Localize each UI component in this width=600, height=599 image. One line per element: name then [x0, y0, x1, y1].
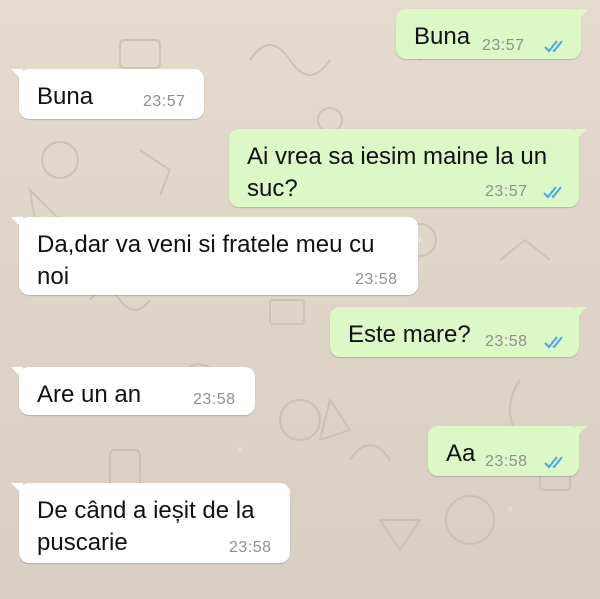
- double-check-icon: [543, 186, 562, 199]
- message-bubble-incoming[interactable]: Are un an 23:58: [11, 367, 255, 415]
- message-time: 23:58: [193, 391, 236, 408]
- message-bubble-outgoing[interactable]: Este mare? 23:58: [330, 307, 587, 357]
- message-bubble-incoming[interactable]: Buna 23:57: [11, 69, 204, 119]
- chat-area[interactable]: Buna 23:57 Buna 23:57 Ai vrea sa iesim m…: [0, 0, 600, 599]
- message-text-line: puscarie: [37, 529, 128, 556]
- message-time: 23:58: [485, 333, 528, 350]
- bubble-tail: [11, 367, 23, 379]
- message-time: 23:58: [355, 271, 398, 288]
- double-check-icon: [544, 40, 563, 53]
- bubble-tail: [11, 69, 23, 81]
- double-check-icon: [544, 456, 563, 469]
- message-text-line: Ai vrea sa iesim maine la un: [247, 143, 548, 170]
- message-text: Are un an: [37, 381, 142, 408]
- message-text-line: De când a ieșit de la: [37, 497, 255, 524]
- message-time: 23:58: [229, 539, 272, 556]
- message-text: Buna: [37, 83, 94, 110]
- bubble-tail: [11, 483, 23, 495]
- message-time: 23:57: [143, 93, 186, 110]
- message-text: Buna: [414, 23, 471, 50]
- message-text: Da,dar va veni si fratele meu cu noi: [37, 229, 375, 293]
- bubble-tail: [575, 426, 587, 438]
- message-text-line: Da,dar va veni si fratele meu cu: [37, 231, 375, 258]
- message-bubble-outgoing[interactable]: Buna 23:57: [396, 9, 589, 59]
- message-text-line: suc?: [247, 175, 298, 202]
- message-time: 23:57: [482, 37, 525, 54]
- bubble-tail: [577, 9, 589, 21]
- bubble-tail: [575, 129, 587, 141]
- bubble-tail: [575, 307, 587, 319]
- message-time: 23:57: [485, 183, 528, 200]
- message-text: Aa: [446, 440, 476, 467]
- double-check-icon: [544, 336, 563, 349]
- message-text: De când a ieșit de la puscarie: [37, 495, 254, 559]
- bubble-tail: [11, 217, 23, 229]
- message-text-line: noi: [37, 263, 70, 290]
- message-bubble-incoming[interactable]: De când a ieșit de la puscarie 23:58: [11, 483, 290, 563]
- message-bubble-outgoing[interactable]: Aa 23:58: [428, 426, 587, 476]
- message-time: 23:58: [485, 453, 528, 470]
- message-text: Este mare?: [348, 321, 471, 348]
- message-bubble-incoming[interactable]: Da,dar va veni si fratele meu cu noi 23:…: [11, 217, 418, 295]
- message-bubble-outgoing[interactable]: Ai vrea sa iesim maine la un suc? 23:57: [229, 129, 587, 207]
